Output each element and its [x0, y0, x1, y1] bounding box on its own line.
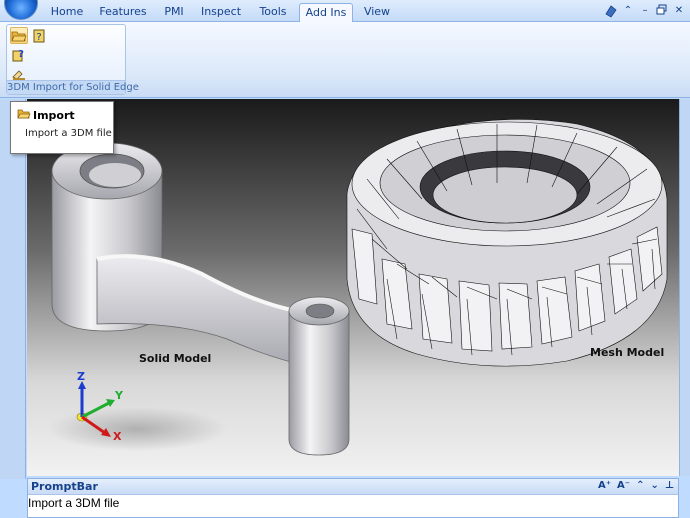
import-tooltip: Import Import a 3DM file	[10, 101, 114, 154]
mesh-model	[346, 119, 668, 367]
tooltip-description: Import a 3DM file	[25, 128, 112, 139]
tab-home[interactable]: Home	[44, 3, 90, 22]
ribbon-expand-icon[interactable]: ⌃	[621, 4, 635, 18]
ribbon-group-label: 3DM Import for Solid Edge	[7, 80, 139, 94]
scroll-up-icon[interactable]: ⌃	[636, 480, 644, 491]
prompt-bar-header: PromptBar A⁺ A⁻ ⌃ ⌄ ⊥	[28, 479, 678, 495]
graphics-viewport[interactable]: Solid Model Mesh Model Z Y X	[27, 99, 679, 476]
minimize-icon[interactable]: –	[638, 4, 652, 18]
application-button[interactable]	[4, 0, 38, 20]
prompt-bar-message: Import a 3DM file	[28, 496, 120, 510]
svg-text:?: ?	[36, 32, 41, 43]
axis-x-label: X	[113, 430, 122, 443]
left-dock-strip	[0, 99, 26, 479]
font-increase-icon[interactable]: A⁺	[598, 480, 611, 491]
solid-model-label: Solid Model	[139, 352, 212, 365]
mesh-model-label: Mesh Model	[590, 346, 665, 359]
tab-view[interactable]: View	[358, 3, 396, 22]
ribbon-panel: ? ? 3DM Import for Solid Edge	[0, 22, 690, 98]
axis-y-label: Y	[115, 389, 123, 402]
font-decrease-icon[interactable]: A⁻	[617, 480, 630, 491]
scroll-down-icon[interactable]: ⌄	[650, 480, 658, 491]
model-scene	[47, 119, 668, 456]
tab-add-ins[interactable]: Add Ins	[299, 3, 353, 23]
ribbon-group-3dm-import: ? ? 3DM Import for Solid Edge	[6, 24, 139, 95]
tab-features[interactable]: Features	[94, 3, 152, 22]
svg-text:?: ?	[18, 49, 24, 60]
axis-z-label: Z	[77, 370, 85, 383]
restore-icon[interactable]	[655, 4, 669, 18]
tooltip-title: Import	[33, 109, 75, 122]
tab-inspect[interactable]: Inspect	[196, 3, 246, 22]
pin-icon[interactable]: ⊥	[665, 480, 674, 491]
open-folder-icon	[17, 108, 31, 123]
help-book-icon[interactable]: ?	[30, 27, 48, 44]
close-icon[interactable]: ✕	[672, 4, 686, 18]
ribbon-tab-strip: Home Features PMI Inspect Tools Add Ins …	[0, 0, 690, 23]
tab-tools[interactable]: Tools	[252, 3, 294, 22]
open-folder-icon[interactable]	[10, 27, 28, 44]
prompt-bar-controls: A⁺ A⁻ ⌃ ⌄ ⊥	[598, 480, 674, 491]
solid-model	[47, 142, 350, 456]
right-dock-strip	[679, 99, 690, 476]
prompt-bar-title: PromptBar	[31, 480, 98, 493]
prompt-bar: PromptBar A⁺ A⁻ ⌃ ⌄ ⊥ Import a 3DM file	[27, 478, 679, 518]
window-controls: ⌃ – ✕	[604, 3, 686, 19]
help-query-icon[interactable]: ?	[10, 46, 28, 63]
tab-pmi[interactable]: PMI	[156, 3, 192, 22]
help-icon[interactable]	[604, 4, 618, 18]
